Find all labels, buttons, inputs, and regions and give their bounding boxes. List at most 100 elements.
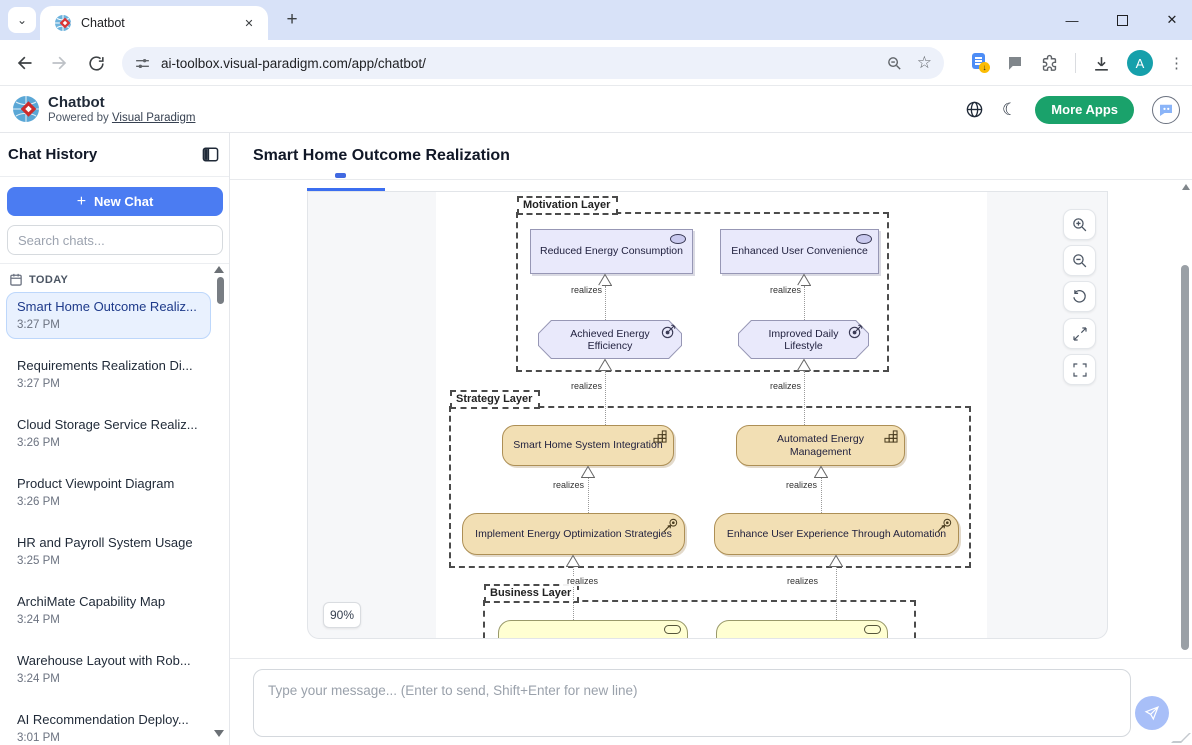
page-scrollbar-thumb[interactable] [1181, 265, 1189, 650]
outcome-icon [661, 324, 676, 339]
outcome-label: Achieved Energy Efficiency [549, 328, 671, 352]
chat-item[interactable]: ArchiMate Capability Map 3:24 PM [6, 587, 211, 634]
downloads-icon[interactable] [1092, 54, 1111, 73]
chat-item[interactable]: Product Viewpoint Diagram 3:26 PM [6, 469, 211, 516]
search-chats-input[interactable] [7, 225, 223, 255]
business-service-node[interactable] [716, 620, 888, 639]
goal-label: Reduced Energy Consumption [540, 245, 683, 257]
chat-item[interactable]: AI Recommendation Deploy... 3:01 PM [6, 705, 211, 745]
realization-line [804, 286, 805, 320]
capability-icon [884, 430, 898, 443]
maximize-icon [1117, 15, 1128, 26]
visual-paradigm-link[interactable]: Visual Paradigm [112, 112, 196, 124]
tab-title: Chatbot [81, 16, 240, 30]
calendar-icon [10, 273, 22, 286]
tab-search-chevron-icon[interactable]: ⌄ [8, 7, 36, 33]
goal-icon [856, 234, 872, 244]
save-translate-icon[interactable]: ↓ [972, 53, 990, 73]
browser-profile-avatar[interactable]: A [1127, 50, 1153, 76]
clipped-tab-label[interactable] [335, 173, 346, 178]
outcome-node[interactable]: Improved Daily Lifestyle [738, 320, 869, 359]
reset-view-button[interactable] [1063, 281, 1096, 312]
browser-tab-strip: ⌄ Chatbot ✕ + — ✕ [0, 0, 1192, 40]
goal-icon [670, 234, 686, 244]
goal-node[interactable]: Enhanced User Convenience [720, 229, 879, 274]
relation-label: realizes [763, 285, 801, 295]
app-title: Chatbot [48, 94, 105, 111]
comment-icon[interactable] [1006, 54, 1024, 72]
realization-arrowhead [581, 466, 595, 478]
diagram-stage: Motivation Layer Reduced Energy Consumpt… [307, 180, 1110, 640]
business-layer-label: Business Layer [484, 584, 579, 603]
realization-line [605, 286, 606, 320]
window-minimize-button[interactable]: — [1062, 10, 1082, 30]
outcome-node[interactable]: Achieved Energy Efficiency [538, 320, 682, 359]
chat-item-title: ArchiMate Capability Map [17, 594, 200, 609]
capability-node[interactable]: Smart Home System Integration [502, 425, 674, 466]
window-close-button[interactable]: ✕ [1162, 10, 1182, 30]
chat-item-title: Warehouse Layout with Rob... [17, 653, 200, 668]
more-apps-button[interactable]: More Apps [1035, 96, 1134, 124]
chat-item-title: Smart Home Outcome Realiz... [17, 299, 200, 314]
new-tab-button[interactable]: + [280, 8, 304, 32]
extensions-puzzle-icon[interactable] [1040, 54, 1059, 73]
chat-item-title: AI Recommendation Deploy... [17, 712, 200, 727]
chat-item[interactable]: Requirements Realization Di... 3:27 PM [6, 351, 211, 398]
paper-plane-icon [1144, 705, 1160, 721]
tab-close-icon[interactable]: ✕ [240, 14, 258, 32]
course-of-action-node[interactable]: Enhance User Experience Through Automati… [714, 513, 959, 555]
zoom-out-button[interactable] [1063, 245, 1096, 276]
chat-item-time: 3:27 PM [17, 378, 200, 390]
collapse-panel-icon[interactable] [202, 147, 219, 162]
browser-tab[interactable]: Chatbot ✕ [40, 6, 268, 40]
window-maximize-button[interactable] [1112, 10, 1132, 30]
sidebar-title: Chat History [8, 146, 97, 163]
chat-item-time: 3:24 PM [17, 614, 200, 626]
send-button[interactable] [1135, 696, 1169, 730]
chat-item[interactable]: HR and Payroll System Usage 3:25 PM [6, 528, 211, 575]
zoom-in-button[interactable] [1063, 209, 1096, 240]
business-service-node[interactable] [498, 620, 688, 639]
browser-menu-kebab-icon[interactable]: ⋮ [1169, 54, 1184, 72]
fullscreen-button[interactable] [1063, 354, 1096, 385]
address-bar[interactable]: ai-toolbox.visual-paradigm.com/app/chatb… [122, 47, 944, 79]
course-of-action-node[interactable]: Implement Energy Optimization Strategies [462, 513, 685, 555]
sidebar-scrollbar-thumb[interactable] [217, 277, 224, 304]
app-header: Chatbot Powered by Visual Paradigm ☾ Mor… [0, 86, 1192, 133]
fit-to-screen-button[interactable] [1063, 318, 1096, 349]
outcome-icon [848, 324, 863, 339]
reload-button[interactable] [82, 49, 110, 77]
diagram-canvas[interactable]: Motivation Layer Reduced Energy Consumpt… [436, 191, 987, 639]
plus-icon: + [77, 193, 86, 211]
goal-label: Enhanced User Convenience [731, 245, 868, 257]
forward-button[interactable] [46, 49, 74, 77]
bookmark-star-icon[interactable]: ☆ [917, 53, 932, 73]
site-settings-icon[interactable] [134, 55, 151, 72]
sidebar-scroll-up-icon[interactable] [214, 266, 224, 273]
new-chat-button[interactable]: +New Chat [7, 187, 223, 216]
language-globe-icon[interactable] [965, 100, 984, 119]
zoom-level-badge: 90% [323, 602, 361, 628]
chat-item-time: 3:24 PM [17, 673, 200, 685]
chatbot-bubble-icon[interactable] [1152, 96, 1180, 124]
relation-label: realizes [780, 576, 818, 586]
goal-node[interactable]: Reduced Energy Consumption [530, 229, 693, 274]
back-button[interactable] [10, 49, 38, 77]
course-of-action-label: Implement Energy Optimization Strategies [475, 528, 672, 540]
powered-by-prefix: Powered by [48, 112, 112, 124]
sidebar-scroll-down-icon[interactable] [214, 730, 224, 737]
relation-label: realizes [560, 576, 598, 586]
dark-mode-moon-icon[interactable]: ☾ [1002, 100, 1017, 120]
page-scroll-up-icon[interactable] [1182, 184, 1190, 190]
capability-node[interactable]: Automated Energy Management [736, 425, 905, 466]
url-text[interactable]: ai-toolbox.visual-paradigm.com/app/chatb… [161, 56, 872, 71]
zoom-page-icon[interactable] [886, 55, 903, 72]
message-input[interactable] [253, 669, 1131, 737]
relation-label: realizes [763, 381, 801, 391]
section-label-today: TODAY [29, 274, 68, 286]
business-service-icon [664, 625, 681, 634]
browser-toolbar: ai-toolbox.visual-paradigm.com/app/chatb… [0, 40, 1192, 86]
chat-item[interactable]: Warehouse Layout with Rob... 3:24 PM [6, 646, 211, 693]
chat-item[interactable]: Cloud Storage Service Realiz... 3:26 PM [6, 410, 211, 457]
chat-item[interactable]: Smart Home Outcome Realiz... 3:27 PM [6, 292, 211, 339]
